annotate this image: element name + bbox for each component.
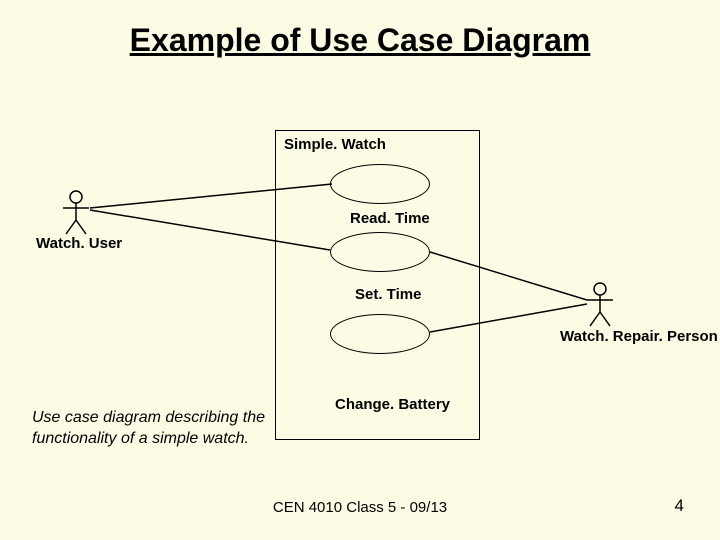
usecase-changebattery (330, 314, 430, 354)
usecase-settime (330, 232, 430, 272)
actor-repair-icon (585, 282, 615, 328)
usecase-settime-label: Set. Time (355, 286, 421, 303)
actor-user-label: Watch. User (36, 235, 122, 252)
system-label: Simple. Watch (284, 136, 386, 153)
usecase-readtime (330, 164, 430, 204)
page-title: Example of Use Case Diagram (130, 22, 591, 59)
usecase-readtime-label: Read. Time (350, 210, 430, 227)
footer-center: CEN 4010 Class 5 - 09/13 (273, 499, 447, 516)
actor-repair-label: Watch. Repair. Person (560, 328, 718, 345)
actor-user-icon (61, 190, 91, 236)
usecase-changebattery-label: Change. Battery (335, 396, 450, 413)
description-text: Use case diagram describing the function… (32, 408, 282, 450)
page-number: 4 (675, 496, 684, 516)
